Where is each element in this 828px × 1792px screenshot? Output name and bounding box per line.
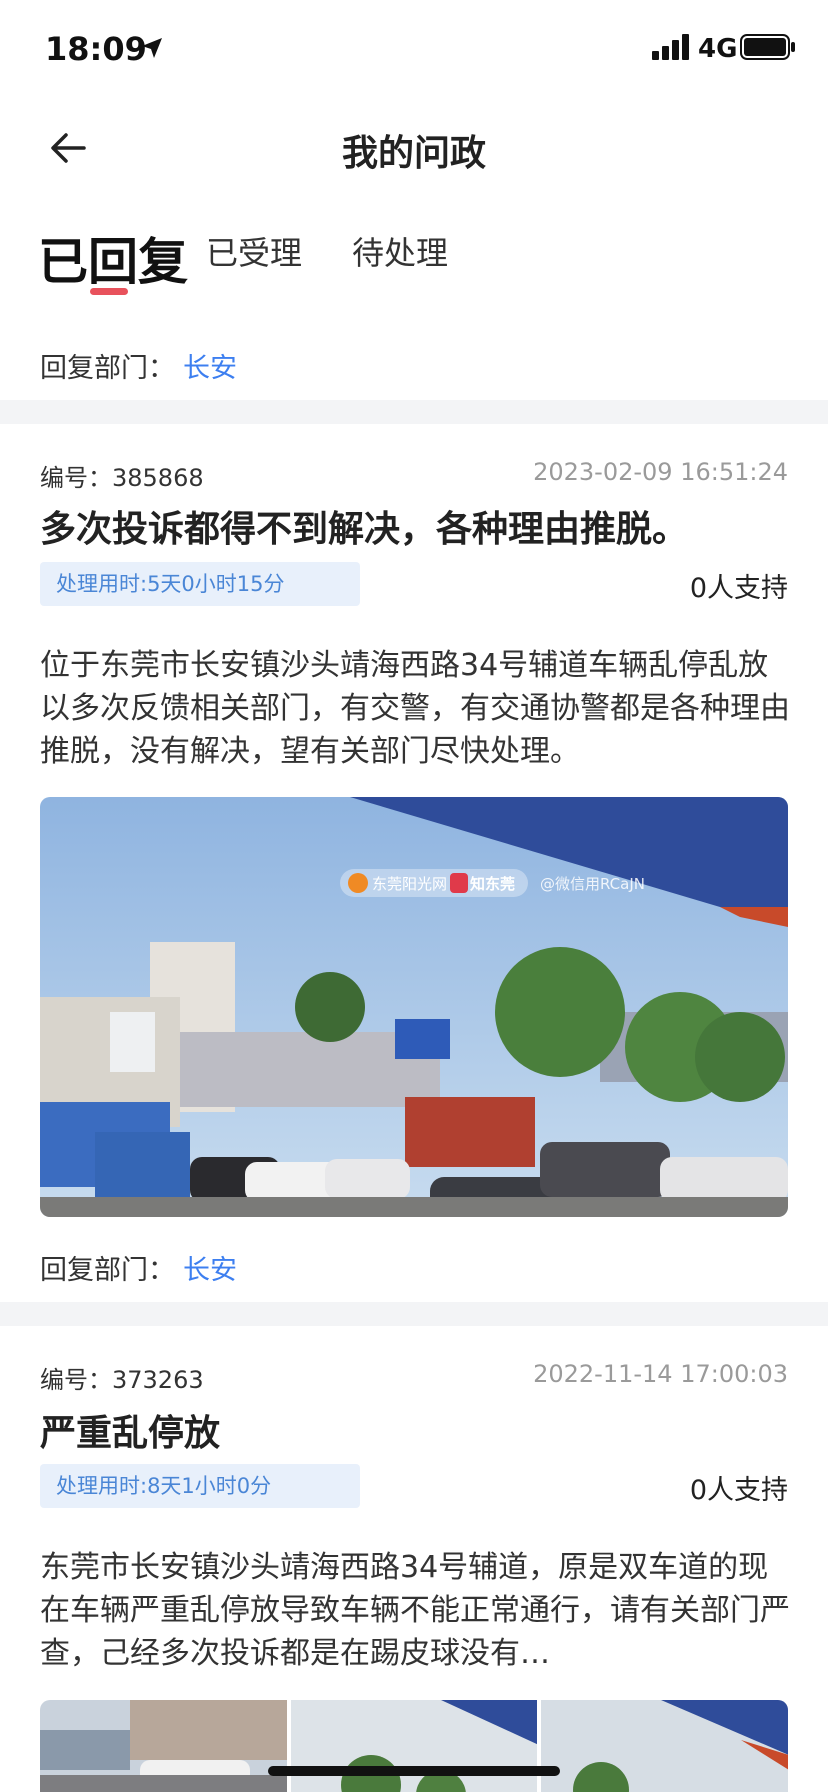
post-date: 2022-11-14 17:00:03	[533, 1360, 788, 1388]
watermark-app: 知东莞	[470, 875, 515, 893]
reply-dept-filter[interactable]: 回复部门： 长安	[40, 346, 237, 385]
support-count[interactable]: 0人支持	[690, 566, 788, 605]
post-photo-thumb[interactable]	[541, 1700, 788, 1792]
processing-time-badge: 处理用时:5天0小时15分	[40, 562, 360, 606]
status-bar: 18:09 4G	[0, 0, 828, 100]
tab-replied[interactable]: 已回复	[38, 222, 188, 294]
page-title: 我的问政	[341, 133, 486, 174]
post-id-value: 373263	[112, 1366, 204, 1394]
network-type: 4G	[698, 34, 738, 64]
reply-dept-filter-label: 回复部门：	[40, 353, 175, 384]
processing-time-badge: 处理用时:8天1小时0分	[40, 1464, 360, 1508]
street-thumb-image	[541, 1700, 788, 1792]
post-photo[interactable]: 东莞阳光网 知东莞 @微信用RCaJN	[40, 797, 788, 1217]
post-date: 2023-02-09 16:51:24	[533, 458, 788, 486]
street-thumb-image	[290, 1700, 538, 1792]
status-time: 18:09	[45, 30, 147, 68]
signal-icon	[652, 34, 689, 60]
support-count[interactable]: 0人支持	[690, 1468, 788, 1507]
post-title[interactable]: 多次投诉都得不到解决，各种理由推脱。	[40, 500, 688, 552]
home-indicator	[268, 1766, 560, 1776]
tab-active-indicator	[90, 288, 128, 295]
post-id-label: 编号：	[40, 1366, 112, 1394]
post-reply-dept-label: 回复部门：	[40, 1255, 175, 1286]
post-id-value: 385868	[112, 464, 204, 492]
street-thumb-image	[40, 1700, 287, 1792]
post-photo-thumb[interactable]	[40, 1700, 287, 1792]
tab-accepted[interactable]: 已受理	[206, 228, 302, 274]
post-reply-dept: 回复部门： 长安	[40, 1248, 237, 1287]
post-photo-grid	[40, 1700, 788, 1792]
post-reply-dept-value: 长安	[183, 1255, 237, 1286]
reply-dept-filter-value[interactable]: 长安	[183, 353, 237, 384]
post-id: 编号：385868	[40, 458, 204, 493]
watermark-user: @微信用RCaJN	[540, 875, 645, 893]
section-separator	[0, 1302, 828, 1326]
post-body: 位于东莞市长安镇沙头靖海西路34号辅道车辆乱停乱放以多次反馈相关部门，有交警，有…	[40, 648, 790, 769]
location-arrow-icon	[142, 38, 162, 58]
post-photo-thumb[interactable]	[290, 1700, 538, 1792]
street-scene-image: 东莞阳光网 知东莞 @微信用RCaJN	[40, 797, 788, 1217]
post-body: 东莞市长安镇沙头靖海西路34号辅道，原是双车道的现在车辆严重乱停放导致车辆不能正…	[40, 1550, 790, 1671]
post-title[interactable]: 严重乱停放	[40, 1404, 220, 1456]
watermark-site: 东莞阳光网	[372, 875, 447, 893]
post-id-label: 编号：	[40, 464, 112, 492]
tab-pending[interactable]: 待处理	[352, 228, 448, 274]
section-separator	[0, 400, 828, 424]
battery-icon	[740, 34, 795, 60]
post-id: 编号：373263	[40, 1360, 204, 1395]
